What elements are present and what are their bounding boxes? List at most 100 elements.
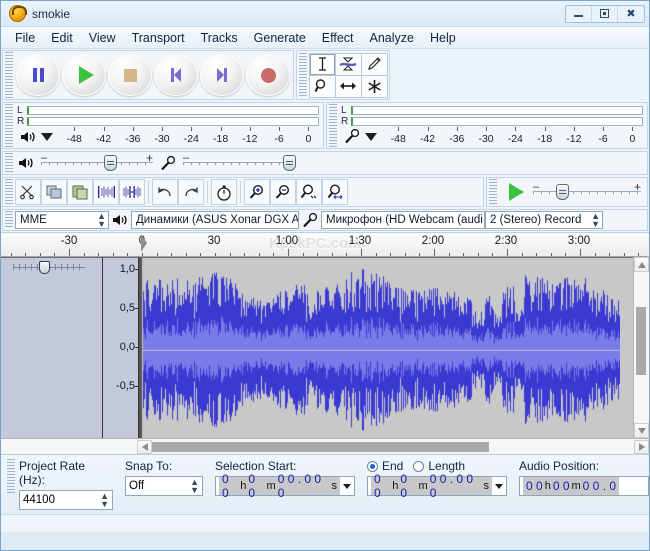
seconds-digits[interactable]: 0 0 . 0 0 0 xyxy=(277,472,331,500)
toolbar-grip[interactable] xyxy=(5,104,13,147)
selection-start-field[interactable]: 0 0 h 0 0 m 0 0 . 0 0 0 s xyxy=(215,476,355,496)
spinner-icon[interactable]: ▲▼ xyxy=(96,492,109,508)
paste-button[interactable] xyxy=(67,179,93,205)
meter-menu-chevron-down-icon[interactable] xyxy=(41,133,53,141)
pause-button[interactable] xyxy=(16,54,60,96)
zoom-out-button[interactable] xyxy=(270,179,296,205)
toolbar-grip[interactable] xyxy=(7,459,15,495)
hours-unit: h xyxy=(239,480,247,492)
scroll-down-icon[interactable] xyxy=(634,423,649,438)
menu-view[interactable]: View xyxy=(81,29,124,47)
sync-lock-button[interactable] xyxy=(211,179,237,205)
selection-tool[interactable] xyxy=(309,53,336,76)
chevron-down-icon[interactable] xyxy=(343,484,351,489)
audio-position-field[interactable]: 0 0 h 0 0 m 0 0 . 0 xyxy=(519,476,649,496)
spinner-icon[interactable]: ▲▼ xyxy=(186,478,199,494)
menu-tracks[interactable]: Tracks xyxy=(193,29,246,47)
fit-project-button[interactable] xyxy=(322,179,348,205)
hours-digits[interactable]: 0 0 xyxy=(525,479,544,493)
draw-tool[interactable] xyxy=(361,53,388,76)
close-icon[interactable]: ✖ xyxy=(618,6,644,22)
toolbar-grip[interactable] xyxy=(5,179,13,205)
skip-to-start-button[interactable] xyxy=(154,54,198,96)
vertical-scrollbar-thumb[interactable] xyxy=(636,307,646,375)
minutes-digits[interactable]: 0 0 xyxy=(552,479,571,493)
scroll-up-icon[interactable] xyxy=(634,257,649,272)
track-control-panel[interactable] xyxy=(1,257,103,438)
snap-to-select[interactable]: Off ▲▼ xyxy=(125,476,203,496)
copy-button[interactable] xyxy=(41,179,67,205)
menu-generate[interactable]: Generate xyxy=(246,29,314,47)
zoom-in-button[interactable] xyxy=(244,179,270,205)
output-device-select[interactable]: Динамики (ASUS Xonar DGX A ▲▼ xyxy=(131,211,299,229)
seconds-digits[interactable]: 0 0 . 0 0 0 xyxy=(429,472,483,500)
menu-file[interactable]: File xyxy=(7,29,43,47)
silence-button[interactable] xyxy=(119,179,145,205)
toolbar-grip[interactable] xyxy=(489,179,497,205)
timeline-tick xyxy=(449,253,450,256)
chevron-down-icon[interactable] xyxy=(495,484,503,489)
time-shift-tool[interactable] xyxy=(335,75,362,98)
slider-thumb[interactable] xyxy=(556,184,569,200)
input-volume-slider[interactable]: – + xyxy=(183,153,295,173)
trim-button[interactable] xyxy=(93,179,119,205)
redo-button[interactable] xyxy=(178,179,204,205)
seconds-digits[interactable]: 0 0 . 0 xyxy=(582,479,617,493)
output-volume-slider[interactable]: – + xyxy=(41,153,153,173)
minutes-digits[interactable]: 0 0 xyxy=(399,472,417,500)
toolbar-grip[interactable] xyxy=(5,211,13,229)
horizontal-scrollbar-thumb[interactable] xyxy=(152,442,489,452)
hours-digits[interactable]: 0 0 xyxy=(221,472,239,500)
waveform-display[interactable] xyxy=(139,257,633,438)
minimize-icon[interactable] xyxy=(566,6,592,22)
playback-meter[interactable]: L R -48-42-36-30-24-18-12-60 xyxy=(339,104,645,147)
toolbar-grip[interactable] xyxy=(329,104,337,147)
undo-arrow-icon xyxy=(155,184,175,200)
scroll-right-icon[interactable] xyxy=(634,440,649,454)
zoom-tool[interactable] xyxy=(309,75,336,98)
recording-meter[interactable]: L R -48-42-36-30-24-18-12-60 xyxy=(15,104,321,147)
length-radio[interactable]: Length xyxy=(413,459,465,473)
record-button[interactable] xyxy=(246,54,290,96)
menu-transport[interactable]: Transport xyxy=(124,29,193,47)
scroll-left-icon[interactable] xyxy=(137,440,152,454)
slider-thumb[interactable] xyxy=(283,155,296,171)
cut-button[interactable] xyxy=(15,179,41,205)
fit-selection-button[interactable] xyxy=(296,179,322,205)
end-radio[interactable]: End xyxy=(367,459,403,473)
menu-edit[interactable]: Edit xyxy=(43,29,81,47)
vertical-scrollbar[interactable] xyxy=(633,257,649,438)
play-at-speed-toolbar: – + xyxy=(486,177,648,207)
toolbar-grip[interactable] xyxy=(5,52,13,98)
waveform-axis-label: 1,0 xyxy=(120,263,135,275)
restore-icon[interactable] xyxy=(592,6,618,22)
selection-end-field[interactable]: 0 0 h 0 0 m 0 0 . 0 0 0 s xyxy=(367,476,507,496)
meter-tick-label: -12 xyxy=(566,133,581,145)
stop-button[interactable] xyxy=(108,54,152,96)
slider-thumb[interactable] xyxy=(104,155,117,171)
project-rate-input[interactable]: 44100 ▲▼ xyxy=(19,490,113,510)
play-button[interactable] xyxy=(62,54,106,96)
playback-speed-slider[interactable]: – + xyxy=(533,182,641,202)
meter-menu-chevron-down-icon[interactable] xyxy=(365,133,377,141)
toolbar-grip[interactable] xyxy=(299,53,307,97)
play-at-speed-button[interactable] xyxy=(499,183,529,201)
multi-tool[interactable] xyxy=(361,75,388,98)
audio-host-select[interactable]: MME ▲▼ xyxy=(15,211,109,229)
input-device-select[interactable]: Микрофон (HD Webcam (audi ▲▼ xyxy=(321,211,485,229)
track-gain-slider[interactable] xyxy=(13,261,85,274)
minutes-digits[interactable]: 0 0 xyxy=(247,472,265,500)
envelope-tool[interactable] xyxy=(335,53,362,76)
menu-analyze[interactable]: Analyze xyxy=(362,29,422,47)
slider-thumb[interactable] xyxy=(39,261,50,274)
toolbar-separator xyxy=(148,181,149,203)
menu-effect[interactable]: Effect xyxy=(314,29,362,47)
skip-to-end-button[interactable] xyxy=(200,54,244,96)
toolbar-grip[interactable] xyxy=(5,153,13,173)
input-channels-select[interactable]: 2 (Stereo) Record ▲▼ xyxy=(485,211,603,229)
menu-help[interactable]: Help xyxy=(422,29,464,47)
hours-digits[interactable]: 0 0 xyxy=(373,472,391,500)
horizontal-scrollbar[interactable] xyxy=(1,438,649,454)
undo-button[interactable] xyxy=(152,179,178,205)
timeline-ruler[interactable]: KpskPC.com -300301:001:302:002:303:00 xyxy=(1,233,649,257)
